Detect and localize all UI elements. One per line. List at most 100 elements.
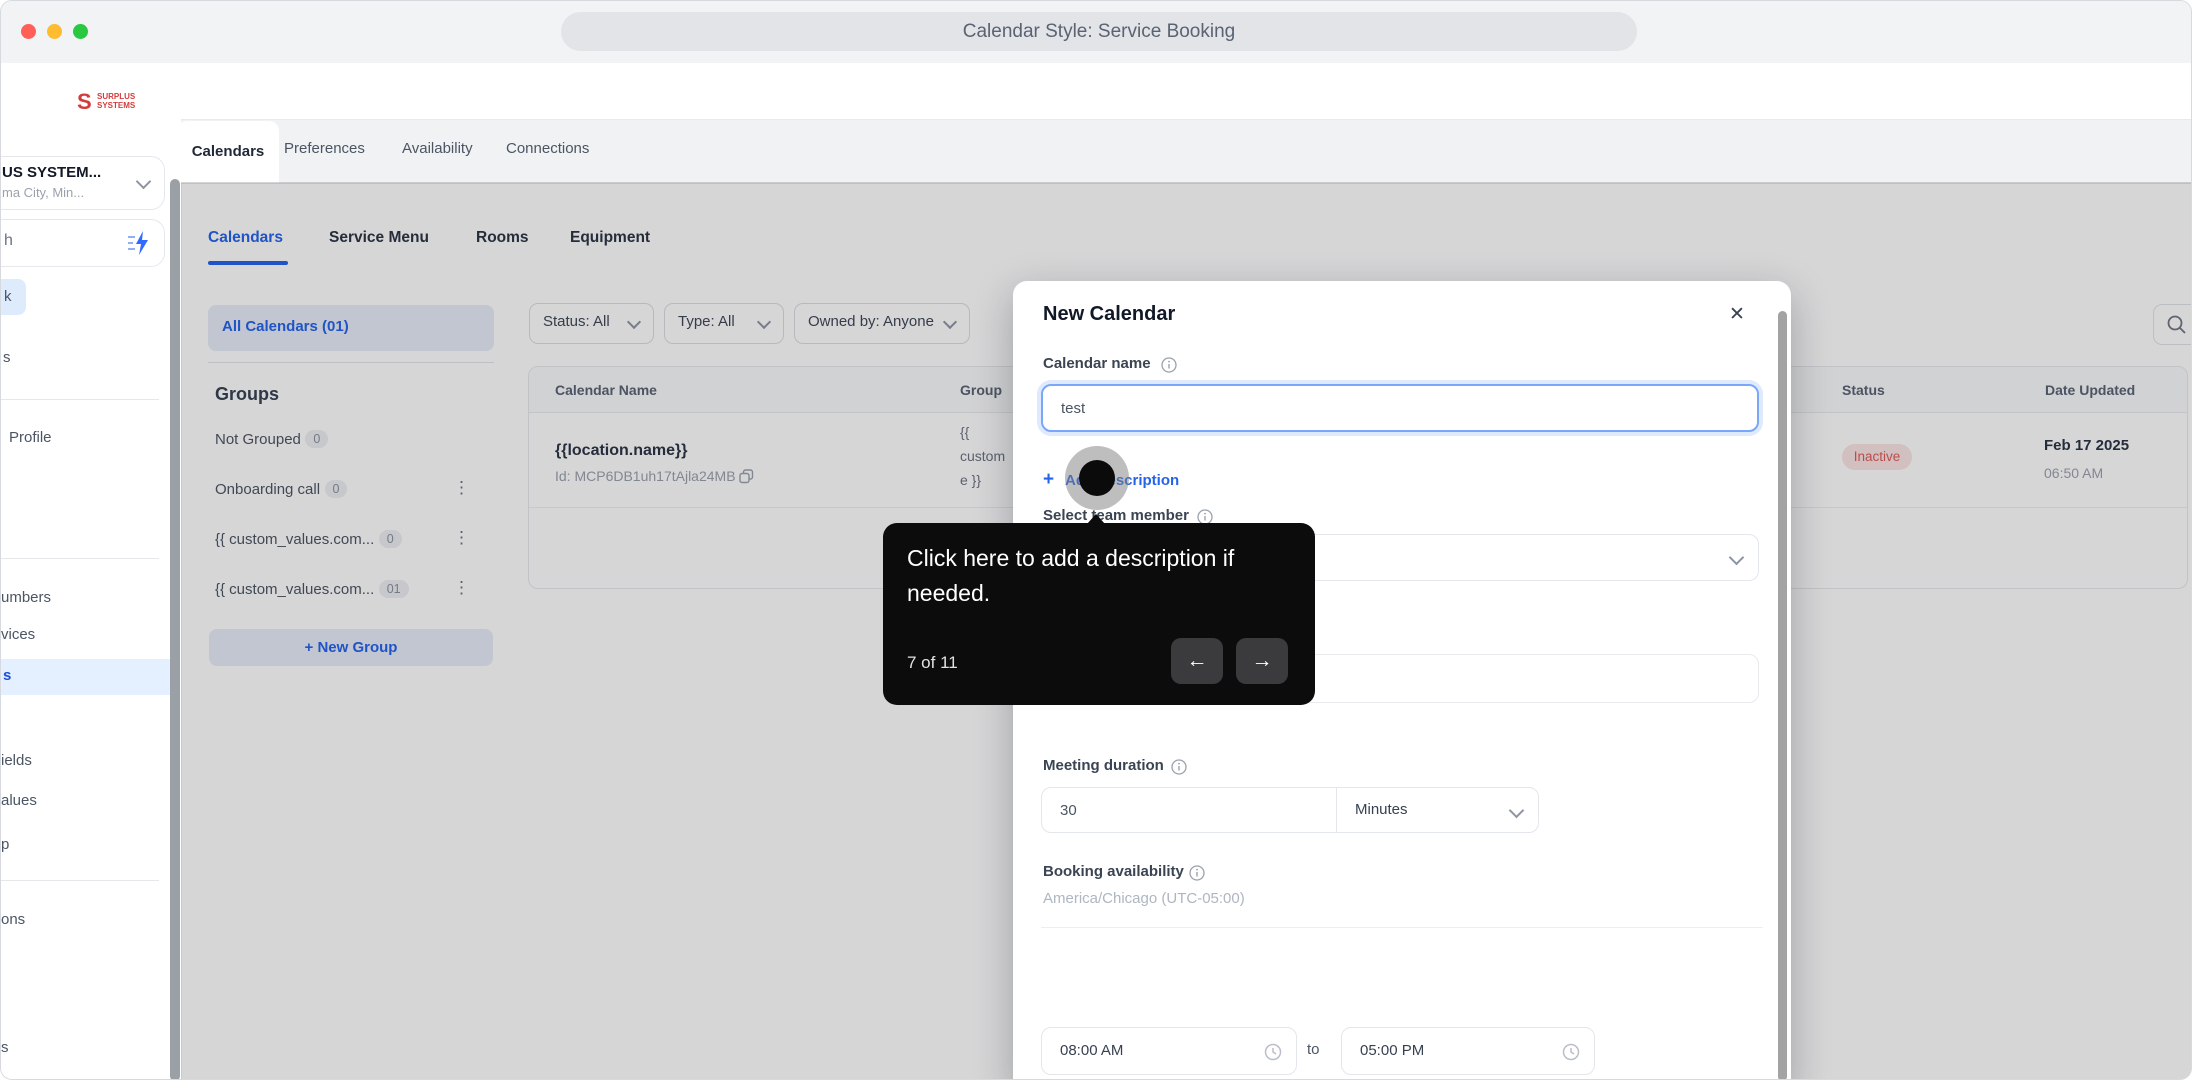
window-titlebar: Calendar Style: Service Booking	[1, 1, 2192, 64]
subtab-active-underline	[208, 261, 288, 265]
group-cell-line2: custom	[960, 448, 1005, 464]
sidebar-item-selected[interactable]: s	[1, 659, 170, 695]
type-filter-label: Type: All	[678, 313, 735, 330]
start-time-value: 08:00 AM	[1060, 1042, 1123, 1059]
group-count-badge: 01	[379, 580, 409, 598]
duration-value-input[interactable]	[1041, 787, 1337, 833]
clock-icon	[1562, 1043, 1580, 1061]
sidebar-item-numbers[interactable]: umbers	[1, 589, 51, 606]
sidebar-item-services[interactable]: vices	[1, 626, 35, 643]
sidebar-item[interactable]: s	[3, 349, 11, 366]
account-location: ma City, Min...	[2, 185, 84, 200]
tab-preferences[interactable]: Preferences	[284, 140, 365, 157]
brand-mark: S	[77, 89, 92, 115]
sidebar-item-ons[interactable]: ons	[1, 911, 25, 928]
start-time-input[interactable]: 08:00 AM	[1041, 1027, 1297, 1075]
calendar-name-input[interactable]	[1041, 384, 1759, 432]
group-count-badge: 0	[379, 530, 402, 548]
subtab-service-menu[interactable]: Service Menu	[329, 229, 429, 247]
type-filter-dropdown[interactable]: Type: All	[664, 303, 784, 344]
group-cell-line1: {{	[960, 424, 969, 440]
group-row[interactable]: {{ custom_values.com... 0	[215, 530, 402, 549]
copy-icon[interactable]	[739, 469, 754, 484]
main-header-space	[181, 63, 2192, 119]
time-updated-cell: 06:50 AM	[2044, 465, 2103, 481]
brand-logo: S SURPLUS SYSTEMS	[77, 89, 177, 115]
groups-heading: Groups	[215, 384, 279, 405]
group-row[interactable]: {{ custom_values.com... 01	[215, 580, 409, 599]
timezone-text: America/Chicago (UTC-05:00)	[1043, 890, 1245, 907]
all-calendars-filter[interactable]: All Calendars (01)	[208, 305, 494, 351]
chevron-down-icon	[1729, 550, 1745, 566]
status-filter-label: Status: All	[543, 313, 610, 330]
end-time-input[interactable]: 05:00 PM	[1341, 1027, 1595, 1075]
time-separator: to	[1307, 1041, 1320, 1058]
divider	[1041, 927, 1763, 928]
sidebar-scrollbar[interactable]	[170, 179, 180, 1080]
sidebar-item-highlighted[interactable]: k	[1, 279, 26, 315]
kebab-menu-icon[interactable]: ⋮	[453, 528, 470, 548]
kebab-menu-icon[interactable]: ⋮	[453, 478, 470, 498]
group-name: Not Grouped	[215, 431, 301, 448]
col-date-updated: Date Updated	[2045, 382, 2135, 398]
group-count-badge: 0	[305, 430, 328, 448]
ai-bolt-icon[interactable]	[126, 230, 152, 256]
calendar-name-label: Calendar name	[1043, 355, 1151, 372]
sidebar-search[interactable]: h	[0, 219, 165, 267]
tour-back-button[interactable]: ←	[1171, 638, 1223, 684]
sidebar-item-values[interactable]: alues	[1, 792, 37, 809]
close-window-button[interactable]	[21, 24, 36, 39]
account-switcher[interactable]: US SYSTEM... ma City, Min...	[0, 156, 165, 210]
brand-line2: SYSTEMS	[97, 101, 135, 110]
back-arrow-icon: ←	[1187, 649, 1208, 672]
new-group-label: New Group	[317, 639, 397, 656]
modal-scrollbar[interactable]	[1778, 311, 1787, 1080]
group-count-badge: 0	[325, 480, 348, 498]
team-member-label: Select team member	[1043, 507, 1189, 524]
sidebar-item-bottom[interactable]: s	[1, 1039, 9, 1056]
kebab-menu-icon[interactable]: ⋮	[453, 578, 470, 598]
sidebar-item-profile[interactable]: Profile	[9, 429, 52, 446]
subtab-calendars[interactable]: Calendars	[208, 229, 283, 247]
tab-connections[interactable]: Connections	[506, 140, 589, 157]
tab-availability[interactable]: Availability	[402, 140, 473, 157]
tour-next-button[interactable]: →	[1236, 638, 1288, 684]
group-row[interactable]: Not Grouped 0	[215, 430, 328, 449]
chevron-down-icon	[627, 315, 641, 329]
chevron-down-icon	[757, 315, 771, 329]
info-icon[interactable]	[1189, 865, 1205, 881]
owned-by-filter-dropdown[interactable]: Owned by: Anyone	[794, 303, 970, 344]
tour-beacon-dot[interactable]	[1079, 460, 1115, 496]
tab-calendars[interactable]: Calendars	[177, 121, 279, 183]
sidebar-item-p[interactable]: p	[1, 836, 9, 853]
new-group-button[interactable]: + New Group	[209, 629, 493, 666]
zoom-window-button[interactable]	[73, 24, 88, 39]
table-search-box[interactable]	[2153, 304, 2192, 345]
calendar-name-cell[interactable]: {{location.name}}	[555, 442, 687, 460]
group-row[interactable]: Onboarding call 0	[215, 480, 347, 499]
minimize-window-button[interactable]	[47, 24, 62, 39]
clock-icon	[1264, 1043, 1282, 1061]
duration-unit-select[interactable]: Minutes	[1336, 787, 1539, 833]
search-text-fragment: h	[4, 232, 13, 250]
subtab-rooms[interactable]: Rooms	[476, 229, 529, 247]
sidebar: S SURPLUS SYSTEMS US SYSTEM... ma City, …	[1, 63, 182, 1080]
tooltip-text: Click here to add a description if neede…	[907, 541, 1299, 611]
info-icon[interactable]	[1161, 357, 1177, 373]
date-updated-cell: Feb 17 2025	[2044, 437, 2129, 454]
owned-by-filter-label: Owned by: Anyone	[808, 313, 934, 330]
forward-arrow-icon: →	[1252, 649, 1273, 672]
group-name: {{ custom_values.com...	[215, 581, 374, 598]
status-badge: Inactive	[1842, 444, 1912, 470]
sidebar-item-fields[interactable]: ields	[1, 752, 32, 769]
all-calendars-label: All Calendars (01)	[222, 318, 349, 335]
info-icon[interactable]	[1171, 759, 1187, 775]
close-icon[interactable]: ✕	[1729, 303, 1745, 326]
plus-icon: +	[1043, 469, 1054, 491]
duration-unit-value: Minutes	[1355, 801, 1408, 818]
status-filter-dropdown[interactable]: Status: All	[529, 303, 654, 344]
chevron-down-icon	[1509, 803, 1525, 819]
group-name: {{ custom_values.com...	[215, 531, 374, 548]
subtab-equipment[interactable]: Equipment	[570, 229, 650, 247]
group-cell-line3: e }}	[960, 472, 981, 488]
